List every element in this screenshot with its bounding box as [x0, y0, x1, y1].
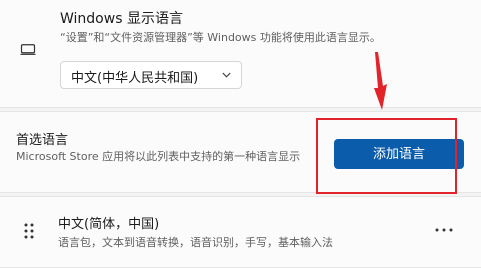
display-language-description: “设置”和“文件资源管理器”等 Windows 功能将使用此语言显示。: [60, 31, 381, 44]
display-language-dropdown[interactable]: 中文(中华人民共和国): [60, 61, 242, 89]
drag-handle-icon[interactable]: [24, 223, 34, 239]
language-item-title: 中文(简体，中国): [58, 217, 160, 232]
preferred-languages-description: Microsoft Store 应用将以此列表中支持的第一种语言显示: [16, 150, 301, 163]
language-list-item[interactable]: 中文(简体，中国) 语言包，文本到语音转换，语音识别，手写，基本输入法: [0, 196, 481, 268]
monitor-icon: [20, 44, 36, 55]
annotation-highlight-box: [316, 118, 457, 194]
chevron-down-icon: [222, 72, 231, 78]
display-language-title: Windows 显示语言: [60, 11, 183, 27]
display-language-selected: 中文(中华人民共和国): [71, 71, 199, 86]
annotation-arrow-icon: [374, 52, 387, 110]
more-options-icon[interactable]: [435, 228, 453, 232]
preferred-languages-title: 首选语言: [16, 133, 69, 148]
display-language-card: Windows 显示语言 “设置”和“文件资源管理器”等 Windows 功能将…: [0, 0, 481, 108]
language-item-features: 语言包，文本到语音转换，语音识别，手写，基本输入法: [58, 236, 333, 249]
